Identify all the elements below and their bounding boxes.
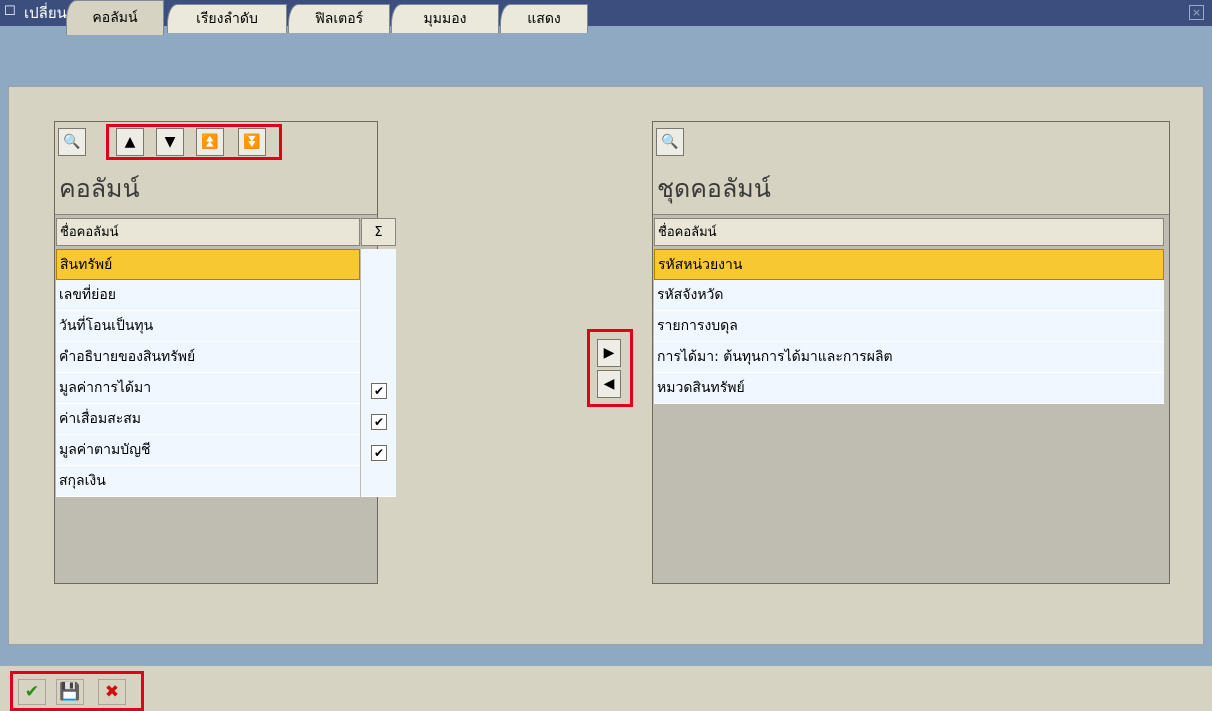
find-icon[interactable]: 🔍	[58, 128, 86, 156]
list-item[interactable]: การได้มา: ต้นทุนการได้มาและการผลิต	[654, 342, 1164, 373]
find-icon[interactable]: 🔍	[656, 128, 684, 156]
list-item[interactable]: รายการงบดุล	[654, 311, 1164, 342]
tab-filter[interactable]: ฟิลเตอร์	[288, 4, 390, 33]
tab-display[interactable]: แสดง	[500, 4, 588, 33]
move-buttons-highlight	[106, 124, 282, 160]
tab-label: มุมมอง	[423, 11, 467, 27]
list-item[interactable]: สินทรัพย์	[56, 249, 360, 280]
right-toolbar	[653, 122, 1169, 164]
footer-buttons-highlight	[10, 671, 144, 711]
tab-label: แสดง	[527, 11, 561, 27]
list-item[interactable]: วันที่โอนเป็นทุน	[56, 311, 360, 342]
tab-label: คอลัมน์	[92, 10, 138, 26]
tab-label: เรียงลำดับ	[196, 11, 258, 27]
window-icon: ☐	[4, 4, 16, 19]
left-panel-title: คอลัมน์	[55, 163, 377, 215]
list-item[interactable]: มูลค่าตามบัญชี	[56, 435, 360, 466]
list-item[interactable]: รหัสหน่วยงาน	[654, 249, 1164, 280]
sum-checkbox[interactable]: ✔	[371, 445, 387, 461]
right-column-header: ชื่อคอลัมน์	[654, 218, 1164, 246]
tab-columns[interactable]: คอลัมน์	[66, 0, 164, 35]
list-item[interactable]: รหัสจังหวัด	[654, 280, 1164, 311]
sum-checkbox[interactable]: ✔	[371, 414, 387, 430]
list-item[interactable]: คำอธิบายของสินทรัพย์	[56, 342, 360, 373]
list-item[interactable]: ค่าเสื่อมสะสม	[56, 404, 360, 435]
sigma-icon[interactable]: Σ	[361, 218, 396, 246]
tab-sort[interactable]: เรียงลำดับ	[167, 4, 287, 33]
tab-label: ฟิลเตอร์	[314, 11, 364, 27]
transfer-buttons-highlight	[587, 329, 633, 407]
list-item[interactable]: เลขที่ย่อย	[56, 280, 360, 311]
list-item[interactable]: มูลค่าการได้มา	[56, 373, 360, 404]
sum-checkbox[interactable]: ✔	[371, 383, 387, 399]
left-column-header: ชื่อคอลัมน์	[56, 218, 360, 246]
list-item[interactable]: สกุลเงิน	[56, 466, 360, 497]
list-item[interactable]: หมวดสินทรัพย์	[654, 373, 1164, 404]
footer-bar	[0, 666, 1212, 711]
close-icon[interactable]: ×	[1189, 5, 1204, 20]
right-panel-title: ชุดคอลัมน์	[653, 163, 1169, 215]
tab-view[interactable]: มุมมอง	[391, 4, 499, 33]
